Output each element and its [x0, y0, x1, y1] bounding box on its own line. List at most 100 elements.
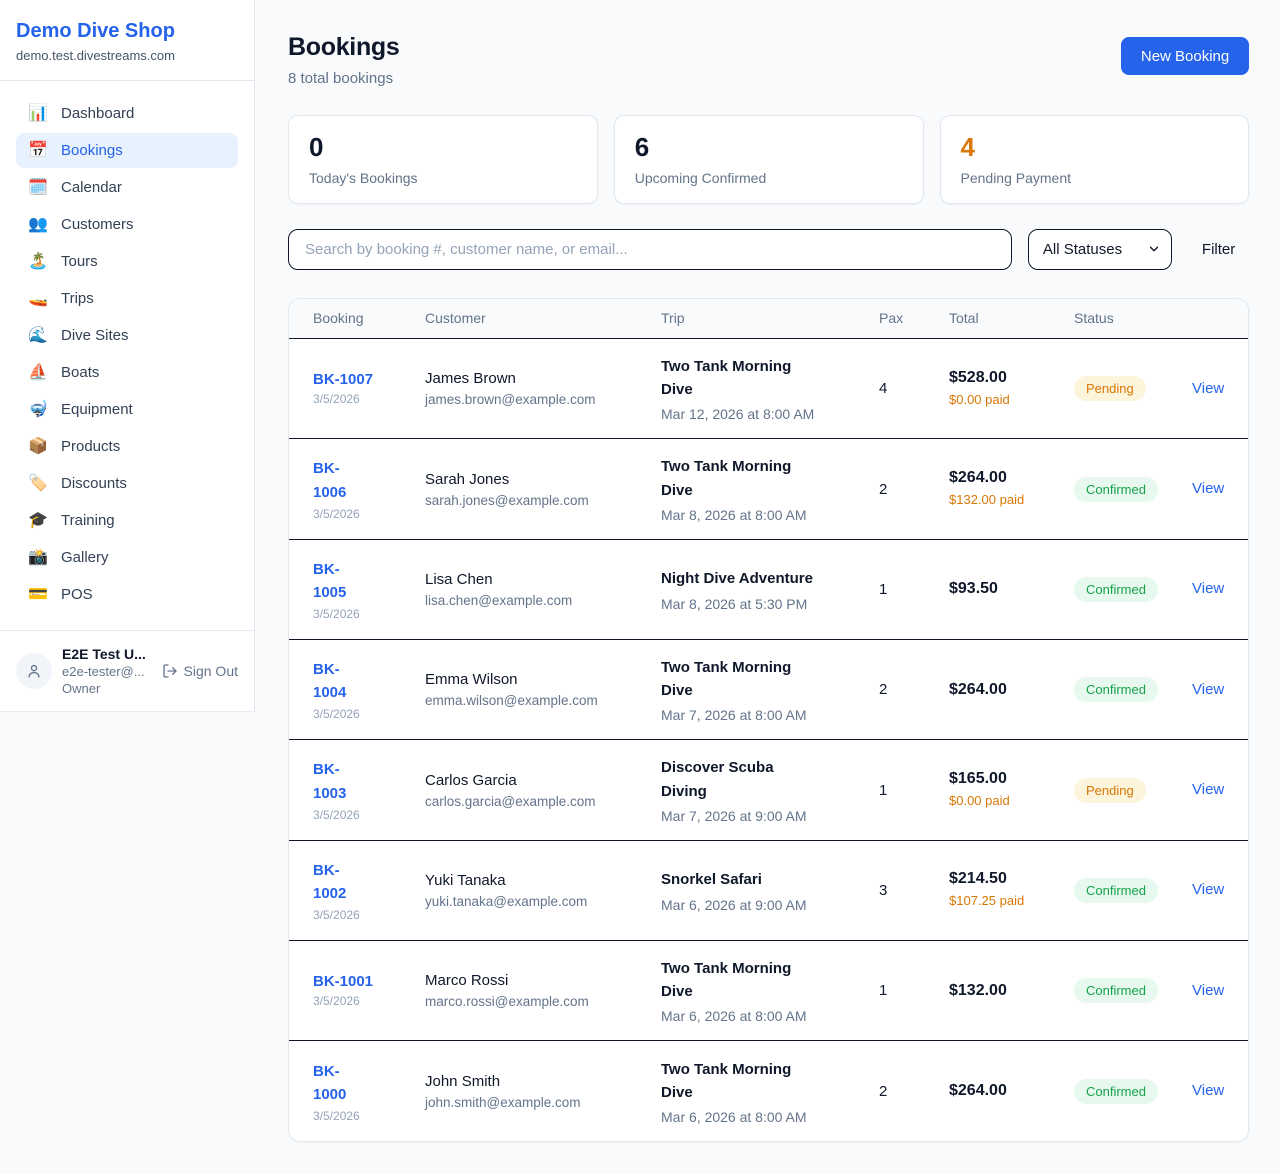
view-link[interactable]: View [1192, 380, 1224, 397]
table-row: BK-1007 3/5/2026 James Brown james.brown… [289, 339, 1248, 440]
view-link[interactable]: View [1192, 681, 1224, 698]
booking-date: 3/5/2026 [313, 908, 425, 922]
main-content: Bookings 8 total bookings New Booking 0 … [255, 0, 1280, 1174]
pax-count: 1 [879, 982, 949, 999]
trip-datetime: Mar 6, 2026 at 8:00 AM [661, 1008, 879, 1024]
pax-count: 3 [879, 882, 949, 899]
sidebar-item-bookings[interactable]: 📅 Bookings [16, 133, 238, 168]
sidebar-item-label: Gallery [61, 549, 109, 566]
sidebar-item-tours[interactable]: 🏝️ Tours [16, 244, 238, 279]
customer-email: carlos.garcia@example.com [425, 794, 661, 809]
customer-name: Carlos Garcia [425, 772, 661, 789]
booking-id-link[interactable]: BK-1003 [313, 758, 359, 805]
table-row: BK-1001 3/5/2026 Marco Rossi marco.rossi… [289, 941, 1248, 1042]
status-badge: Confirmed [1074, 677, 1158, 702]
total-amount: $214.50 [949, 870, 1074, 888]
sidebar-item-label: POS [61, 586, 93, 603]
credit-card-icon: 💳 [28, 587, 48, 603]
booking-id-link[interactable]: BK-1007 [313, 371, 373, 388]
booking-id-link[interactable]: BK-1005 [313, 558, 359, 605]
sidebar-item-calendar[interactable]: 🗓️ Calendar [16, 170, 238, 205]
wave-icon: 🌊 [28, 328, 48, 344]
pax-count: 2 [879, 681, 949, 698]
column-header-customer: Customer [425, 310, 661, 326]
stat-card: 0 Today's Bookings [288, 115, 598, 204]
page-header: Bookings 8 total bookings New Booking [288, 33, 1249, 87]
filter-button[interactable]: Filter [1188, 233, 1249, 266]
booking-id-link[interactable]: BK-1002 [313, 859, 359, 906]
graduation-cap-icon: 🎓 [28, 513, 48, 529]
customer-name: Emma Wilson [425, 671, 661, 688]
booking-date: 3/5/2026 [313, 392, 425, 406]
column-header-booking: Booking [313, 310, 425, 326]
customer-name: Marco Rossi [425, 972, 661, 989]
booking-id-link[interactable]: BK-1006 [313, 457, 359, 504]
pax-count: 2 [879, 481, 949, 498]
column-header-trip: Trip [661, 310, 879, 326]
bar-chart-icon: 📊 [28, 106, 48, 122]
pax-count: 4 [879, 380, 949, 397]
booking-id-link[interactable]: BK-1001 [313, 973, 373, 990]
stat-label: Today's Bookings [309, 170, 577, 186]
user-email: e2e-tester@... [62, 664, 152, 679]
trip-name: Snorkel Safari [661, 868, 819, 891]
view-link[interactable]: View [1192, 982, 1224, 999]
sidebar-nav: 📊 Dashboard 📅 Bookings 🗓️ Calendar 👥 Cus… [0, 81, 254, 624]
table-row: BK-1004 3/5/2026 Emma Wilson emma.wilson… [289, 640, 1248, 741]
user-role: Owner [62, 681, 152, 696]
sidebar-item-boats[interactable]: ⛵ Boats [16, 355, 238, 390]
booking-id-link[interactable]: BK-1004 [313, 658, 359, 705]
sign-out-button[interactable]: Sign Out [162, 663, 238, 679]
pax-count: 1 [879, 782, 949, 799]
sidebar-item-training[interactable]: 🎓 Training [16, 503, 238, 538]
booking-date: 3/5/2026 [313, 507, 425, 521]
paid-amount: $0.00 paid [949, 792, 1029, 810]
calendar-icon: 📅 [28, 143, 48, 159]
column-header-pax: Pax [879, 310, 949, 326]
sidebar-item-trips[interactable]: 🚤 Trips [16, 281, 238, 316]
sidebar-item-products[interactable]: 📦 Products [16, 429, 238, 464]
search-input[interactable] [288, 229, 1012, 270]
view-link[interactable]: View [1192, 580, 1224, 597]
user-info: E2E Test U... e2e-tester@... Owner [62, 646, 152, 696]
stat-label: Upcoming Confirmed [635, 170, 903, 186]
sidebar-item-pos[interactable]: 💳 POS [16, 577, 238, 612]
status-badge: Pending [1074, 778, 1146, 803]
table-row: BK-1005 3/5/2026 Lisa Chen lisa.chen@exa… [289, 540, 1248, 640]
sidebar-item-dashboard[interactable]: 📊 Dashboard [16, 96, 238, 131]
sidebar-item-equipment[interactable]: 🤿 Equipment [16, 392, 238, 427]
brand-name: Demo Dive Shop [16, 20, 238, 43]
stat-value: 4 [961, 133, 1229, 163]
new-booking-button[interactable]: New Booking [1121, 37, 1249, 75]
stat-label: Pending Payment [961, 170, 1229, 186]
person-icon [25, 662, 43, 680]
view-link[interactable]: View [1192, 781, 1224, 798]
sidebar-item-label: Dive Sites [61, 327, 129, 344]
sidebar-item-discounts[interactable]: 🏷️ Discounts [16, 466, 238, 501]
status-badge: Confirmed [1074, 878, 1158, 903]
trip-name: Discover Scuba Diving [661, 756, 819, 803]
spiral-calendar-icon: 🗓️ [28, 180, 48, 196]
status-filter-select[interactable]: All Statuses [1028, 229, 1172, 270]
sidebar-item-dive-sites[interactable]: 🌊 Dive Sites [16, 318, 238, 353]
pax-count: 1 [879, 581, 949, 598]
sidebar-item-label: Customers [61, 216, 134, 233]
total-amount: $264.00 [949, 1082, 1074, 1100]
sidebar-item-label: Bookings [61, 142, 123, 159]
table-body: BK-1007 3/5/2026 James Brown james.brown… [289, 339, 1248, 1142]
sign-out-label: Sign Out [184, 663, 238, 679]
view-link[interactable]: View [1192, 480, 1224, 497]
user-name: E2E Test U... [62, 646, 152, 662]
sidebar-item-gallery[interactable]: 📸 Gallery [16, 540, 238, 575]
booking-id-link[interactable]: BK-1000 [313, 1060, 359, 1107]
sidebar-item-customers[interactable]: 👥 Customers [16, 207, 238, 242]
tag-icon: 🏷️ [28, 476, 48, 492]
paid-amount: $0.00 paid [949, 391, 1029, 409]
stat-value: 0 [309, 133, 577, 163]
brand-domain: demo.test.divestreams.com [16, 48, 238, 63]
view-link[interactable]: View [1192, 881, 1224, 898]
trip-datetime: Mar 8, 2026 at 5:30 PM [661, 596, 879, 612]
column-header-status: Status [1074, 310, 1192, 326]
view-link[interactable]: View [1192, 1082, 1224, 1099]
booking-date: 3/5/2026 [313, 808, 425, 822]
